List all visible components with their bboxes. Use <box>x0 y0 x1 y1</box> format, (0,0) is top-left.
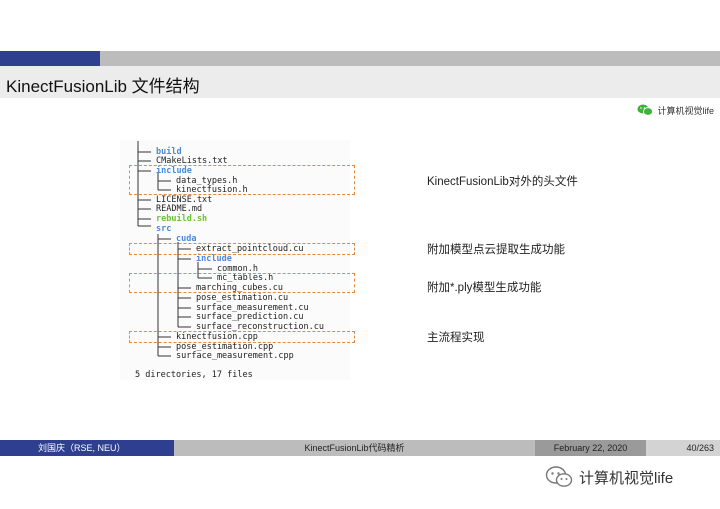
tree-dir-cuda-include: include <box>196 254 232 264</box>
tree-file-pose-estimation-cu: pose_estimation.cu <box>196 293 289 303</box>
highlight-box-main-flow <box>129 331 355 343</box>
tree-dir-src: src <box>156 224 172 234</box>
tree-summary: 5 directories, 17 files <box>135 370 253 380</box>
wechat-watermark-icon <box>545 466 573 487</box>
annotation-headers: KinectFusionLib对外的头文件 <box>427 176 578 188</box>
annotation-main-flow: 主流程实现 <box>427 332 485 344</box>
watermark: 计算机视觉life <box>545 466 673 488</box>
footer-title: KinectFusionLib代码精析 <box>174 440 535 456</box>
footer-page-number: 40/263 <box>646 440 720 456</box>
highlight-box-extract-pointcloud <box>129 243 355 255</box>
footer-bar: 刘国庆（RSE, NEU） KinectFusionLib代码精析 Februa… <box>0 440 720 456</box>
annotation-extract-pointcloud: 附加模型点云提取生成功能 <box>427 244 565 256</box>
highlight-box-ply-model <box>129 273 355 293</box>
tree-file-surface-prediction-cu: surface_prediction.cu <box>196 312 304 322</box>
tree-file-rebuild: rebuild.sh <box>156 214 208 224</box>
highlight-box-headers <box>129 165 355 195</box>
watermark-label: 计算机视觉life <box>579 469 674 487</box>
footer-date: February 22, 2020 <box>535 440 646 456</box>
file-tree-lines <box>137 141 212 357</box>
footer-author: 刘国庆（RSE, NEU） <box>0 440 174 456</box>
tree-file-surface-measurement-cpp: surface_measurement.cpp <box>176 351 294 361</box>
annotation-ply-model: 附加*.ply模型生成功能 <box>427 282 542 294</box>
tree-file-readme: README.md <box>156 204 203 214</box>
